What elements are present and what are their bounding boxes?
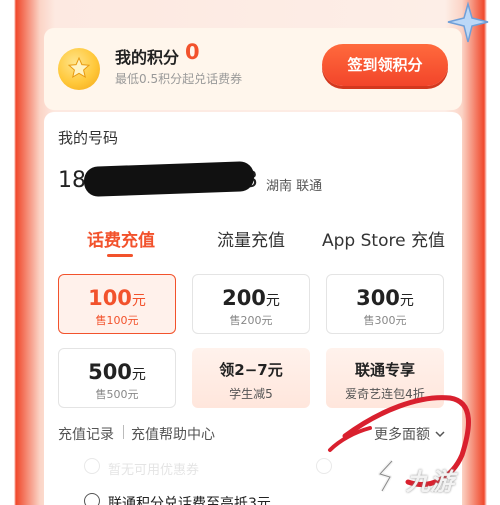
promo-unicom-exclusive[interactable]: 联通专享 爱奇艺连包4折 [326,348,444,408]
tab-phone-bill[interactable]: 话费充值 [87,226,155,251]
amount-option-500[interactable]: 500元 售500元 [58,348,176,408]
amount-value: 500 [88,360,132,384]
amount-value: 200 [222,286,266,310]
amount-unit: 元 [131,367,146,383]
phone-number-prefix: 18 [58,168,86,193]
my-number-label: 我的号码 [58,129,119,147]
amount-price: 售500元 [95,388,139,401]
points-title: 我的积分 [115,48,180,67]
watermark-text: 九游 [406,468,454,496]
points-redeem-label: 联通积分兑话费至高抵3元 [108,496,271,505]
amount-price: 售200元 [229,314,273,327]
amount-value: 300 [356,286,400,310]
recharge-records-link[interactable]: 充值记录 [58,424,114,444]
amount-value: 100 [88,286,132,310]
checkin-button[interactable]: 签到领积分 [322,44,448,86]
coupon-label: 暂无可用优惠券 [108,463,200,478]
chevron-down-icon [435,431,445,438]
points-value: 0 [185,40,200,64]
points-star-icon [58,48,100,90]
tab-data[interactable]: 流量充值 [217,226,285,251]
recharge-help-link[interactable]: 充值帮助中心 [131,424,215,444]
promo-subtitle: 学生减5 [229,387,273,401]
coupon-radio[interactable] [84,458,100,474]
carrier-region: 湖南 联通 [266,179,323,194]
amount-unit: 元 [265,293,280,309]
sparkle-star-icon [447,1,489,43]
coupon-radio-secondary[interactable] [316,458,332,474]
link-divider [123,425,124,439]
amount-price: 售300元 [363,314,407,327]
promo-title: 联通专享 [354,361,415,379]
more-amounts-link[interactable]: 更多面额 [374,424,446,444]
page-frame: 我的积分 0 最低0.5积分起兑话费券 签到领积分 我的号码 18 23 湖南 … [0,0,500,505]
promo-subtitle: 爱奇艺连包4折 [345,387,425,401]
promo-title: 领2−7元 [219,361,283,379]
active-tab-indicator [107,254,133,257]
amount-price: 售100元 [95,314,139,327]
points-subtitle: 最低0.5积分起兑话费券 [115,72,243,86]
points-redeem-radio[interactable] [84,493,100,505]
amount-option-200[interactable]: 200元 售200元 [192,274,310,334]
phone-number-redaction [83,161,255,197]
amount-option-100[interactable]: 100元 售100元 [58,274,176,334]
more-amounts-label: 更多面额 [374,427,430,443]
watermark-logo-icon [378,459,394,492]
amount-unit: 元 [399,293,414,309]
tab-app-store[interactable]: App Store 充值 [322,226,445,251]
amount-unit: 元 [131,293,146,309]
amount-option-300[interactable]: 300元 售300元 [326,274,444,334]
promo-student-discount[interactable]: 领2−7元 学生减5 [192,348,310,408]
